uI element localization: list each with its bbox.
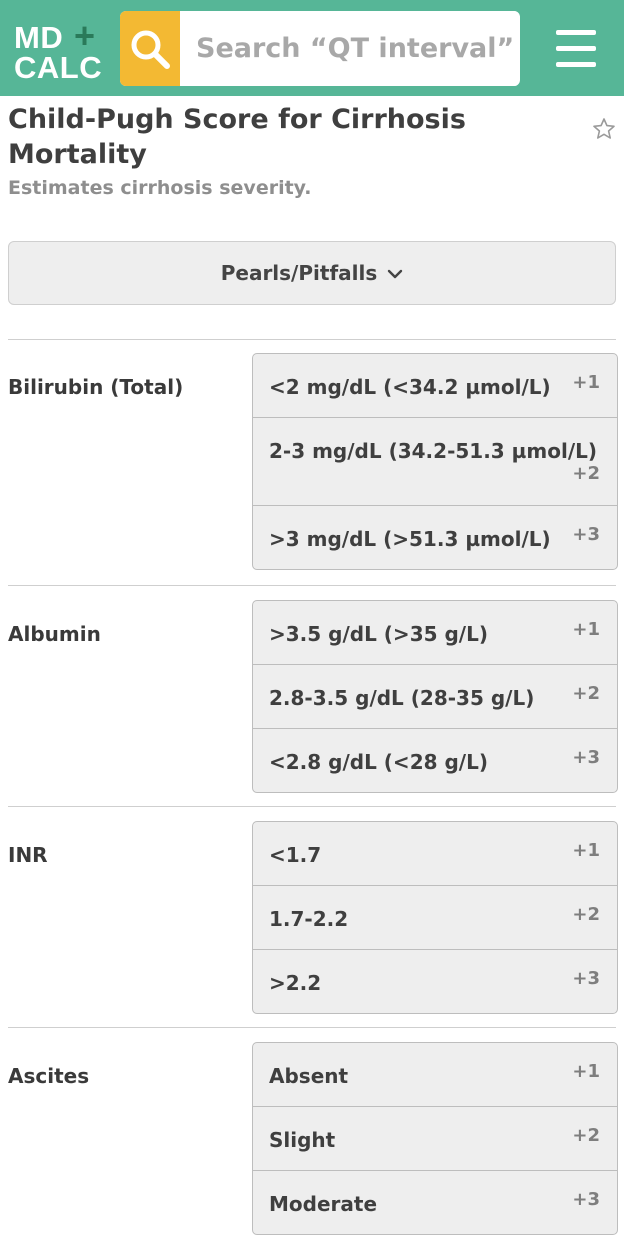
- search-button[interactable]: [120, 11, 180, 86]
- option-label: <2 mg/dL (<34.2 µmol/L): [269, 375, 551, 399]
- option-points: +1: [572, 840, 600, 861]
- option-label: <1.7: [269, 843, 322, 867]
- chevron-down-icon: [388, 269, 403, 279]
- section-divider: [8, 806, 616, 807]
- option-albumin-1[interactable]: >3.5 g/dL (>35 g/L) +1: [253, 601, 617, 664]
- option-points: +2: [572, 463, 600, 484]
- option-points: +2: [572, 683, 600, 704]
- option-points: +3: [572, 747, 600, 768]
- pearls-pitfalls-label: Pearls/Pitfalls: [220, 261, 378, 285]
- option-group-albumin: >3.5 g/dL (>35 g/L) +1 2.8-3.5 g/dL (28-…: [252, 600, 618, 793]
- option-points: +1: [572, 372, 600, 393]
- option-inr-2[interactable]: 1.7-2.2 +2: [253, 885, 617, 949]
- logo-calc-text: CALC: [14, 50, 103, 85]
- option-points: +3: [572, 968, 600, 989]
- option-bilirubin-2[interactable]: 2-3 mg/dL (34.2-51.3 µmol/L) +2: [253, 417, 617, 505]
- criterion-label-ascites: Ascites: [8, 1064, 90, 1088]
- option-points: +2: [572, 904, 600, 925]
- option-bilirubin-3[interactable]: >3 mg/dL (>51.3 µmol/L) +3: [253, 505, 617, 569]
- option-label: 2.8-3.5 g/dL (28-35 g/L): [269, 686, 535, 710]
- option-points: +3: [572, 524, 600, 545]
- option-label: Slight: [269, 1128, 336, 1152]
- star-icon[interactable]: [592, 117, 616, 141]
- page-title: Child-Pugh Score for Cirrhosis Mortality: [8, 104, 466, 170]
- option-label: 2-3 mg/dL (34.2-51.3 µmol/L): [269, 439, 598, 463]
- criterion-label-bilirubin: Bilirubin (Total): [8, 375, 184, 399]
- option-label: >3 mg/dL (>51.3 µmol/L): [269, 527, 551, 551]
- option-label: >2.2: [269, 971, 322, 995]
- option-ascites-2[interactable]: Slight +2: [253, 1106, 617, 1170]
- option-ascites-1[interactable]: Absent +1: [253, 1043, 617, 1106]
- option-albumin-2[interactable]: 2.8-3.5 g/dL (28-35 g/L) +2: [253, 664, 617, 728]
- page-subtitle: Estimates cirrhosis severity.: [8, 177, 312, 199]
- option-label: <2.8 g/dL (<28 g/L): [269, 750, 488, 774]
- option-points: +2: [572, 1125, 600, 1146]
- pearls-pitfalls-button[interactable]: Pearls/Pitfalls: [8, 241, 616, 305]
- section-divider: [8, 1027, 616, 1028]
- option-group-ascites: Absent +1 Slight +2 Moderate +3: [252, 1042, 618, 1235]
- option-ascites-3[interactable]: Moderate +3: [253, 1170, 617, 1234]
- option-label: Moderate: [269, 1192, 378, 1216]
- mdcalc-logo[interactable]: MD + CALC: [14, 18, 104, 85]
- option-points: +1: [572, 1061, 600, 1082]
- section-divider: [8, 339, 616, 340]
- option-label: Absent: [269, 1064, 349, 1088]
- logo-plus-icon: +: [74, 15, 96, 56]
- hamburger-menu-icon[interactable]: [556, 28, 596, 68]
- option-group-bilirubin: <2 mg/dL (<34.2 µmol/L) +1 2-3 mg/dL (34…: [252, 353, 618, 570]
- option-inr-3[interactable]: >2.2 +3: [253, 949, 617, 1013]
- search-box: [120, 11, 520, 86]
- section-divider: [8, 585, 616, 586]
- option-bilirubin-1[interactable]: <2 mg/dL (<34.2 µmol/L) +1: [253, 354, 617, 417]
- option-label: >3.5 g/dL (>35 g/L): [269, 622, 488, 646]
- criterion-label-inr: INR: [8, 843, 48, 867]
- option-albumin-3[interactable]: <2.8 g/dL (<28 g/L) +3: [253, 728, 617, 792]
- logo-md-text: MD: [14, 20, 64, 55]
- app-header: MD + CALC: [0, 0, 624, 96]
- search-input[interactable]: [180, 11, 518, 86]
- search-icon: [131, 30, 170, 69]
- option-group-inr: <1.7 +1 1.7-2.2 +2 >2.2 +3: [252, 821, 618, 1014]
- option-label: 1.7-2.2: [269, 907, 349, 931]
- criterion-label-albumin: Albumin: [8, 622, 101, 646]
- option-inr-1[interactable]: <1.7 +1: [253, 822, 617, 885]
- option-points: +1: [572, 619, 600, 640]
